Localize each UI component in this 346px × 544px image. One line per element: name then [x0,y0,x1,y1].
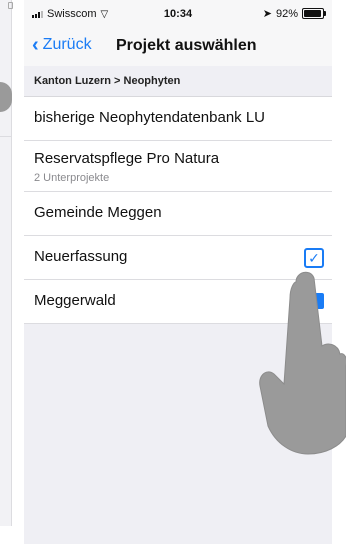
navigation-bar: ‹ Zurück Projekt auswählen [24,28,332,67]
list-item-title: Neuerfassung [34,248,128,265]
pointing-hand-icon [259,271,346,455]
status-bar: Swisscom ▽ 10:34 ➤ 92% [24,0,332,28]
list-item[interactable]: Reservatspflege Pro Natura 2 Unterprojek… [24,141,332,192]
list-item-title: Reservatspflege Pro Natura [34,150,220,167]
divider [0,136,11,137]
page-title: Projekt auswählen [116,37,257,54]
battery-tip-icon [8,2,13,9]
list-item[interactable]: Gemeinde Meggen [24,192,332,236]
list-item-title: bisherige Neophytendatenbank LU [34,109,265,126]
list-item-subtitle: 2 Unterprojekte [34,172,110,184]
breadcrumb: Kanton Luzern > Neophyten [34,75,181,87]
checkbox-checked[interactable]: ✓ [304,248,324,268]
chevron-left-icon: ‹ [32,34,39,56]
location-arrow-icon: ➤ [262,8,272,20]
list-item[interactable]: bisherige Neophytendatenbank LU [24,97,332,141]
battery-percent: 92% [275,7,298,20]
list-item-title: Gemeinde Meggen [34,204,162,221]
battery-level [304,10,321,17]
status-right-group: ➤ 92% [262,7,326,20]
back-button[interactable]: ‹ Zurück [32,34,92,56]
adjacent-phone-frame [0,0,13,526]
back-label: Zurück [42,36,92,53]
battery-icon [302,8,326,19]
list-item-title: Meggerwald [34,292,116,309]
section-header: Kanton Luzern > Neophyten [24,66,332,97]
